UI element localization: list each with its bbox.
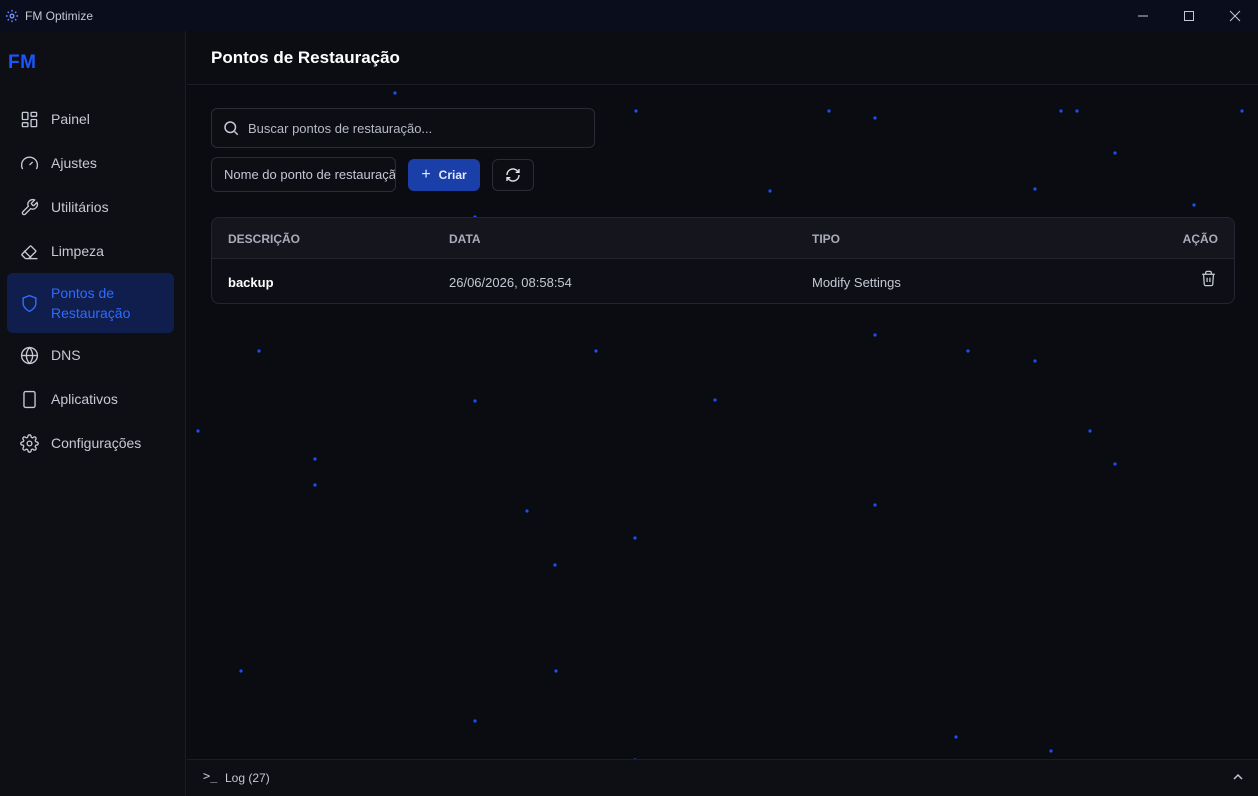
sidebar-item-painel[interactable]: Painel	[7, 97, 174, 141]
close-icon	[1229, 10, 1241, 21]
chevron-up-icon[interactable]	[1232, 771, 1244, 783]
refresh-icon	[506, 168, 520, 182]
shield-icon	[19, 293, 39, 313]
column-header-date: DATA	[449, 232, 481, 246]
gauge-icon	[19, 153, 39, 173]
sidebar-item-label: DNS	[51, 347, 81, 363]
close-button[interactable]	[1212, 0, 1258, 31]
restore-points-table: DESCRIÇÃO DATA TIPO AÇÃO backup 26/06/20…	[211, 217, 1235, 304]
page-header: Pontos de Restauração	[187, 31, 1258, 85]
sidebar-item-label: Aplicativos	[51, 391, 118, 407]
sidebar-item-configuracoes[interactable]: Configurações	[7, 421, 174, 465]
sidebar: FM Painel Ajustes Utilitários Limpeza Po…	[0, 31, 186, 796]
main-content: Pontos de Restauração + Criar DESCRIÇÃO …	[187, 31, 1258, 759]
column-header-type: TIPO	[812, 232, 841, 246]
minimize-button[interactable]	[1120, 0, 1166, 31]
gear-icon	[19, 433, 39, 453]
sidebar-item-label: Painel	[51, 111, 90, 127]
log-bar[interactable]: >_ Log (27)	[187, 759, 1258, 796]
dashboard-icon	[19, 109, 39, 129]
eraser-icon	[19, 241, 39, 261]
terminal-icon: >_	[203, 769, 218, 783]
globe-icon	[19, 345, 39, 365]
app-logo: FM	[8, 52, 37, 73]
restore-point-name-input[interactable]	[211, 157, 396, 192]
create-button[interactable]: + Criar	[408, 159, 480, 191]
create-button-label: Criar	[438, 168, 467, 182]
sidebar-item-label: Pontos de Restauração	[51, 285, 131, 321]
sidebar-item-ajustes[interactable]: Ajustes	[7, 141, 174, 185]
trash-icon[interactable]	[1200, 270, 1218, 288]
window-title: FM Optimize	[25, 8, 94, 23]
column-header-action: AÇÃO	[1182, 232, 1218, 246]
row-date: 26/06/2026, 08:58:54	[449, 275, 572, 290]
maximize-button[interactable]	[1166, 0, 1212, 31]
window-controls	[1120, 0, 1258, 31]
sidebar-item-dns[interactable]: DNS	[7, 333, 174, 377]
sidebar-item-pontos-de-restauracao[interactable]: Pontos de Restauração	[7, 273, 174, 333]
gear-icon	[5, 9, 19, 23]
column-header-description: DESCRIÇÃO	[228, 232, 301, 246]
smartphone-icon	[19, 389, 39, 409]
sidebar-item-label: Utilitários	[51, 199, 109, 215]
table-row: backup 26/06/2026, 08:58:54 Modify Setti…	[212, 259, 1234, 303]
search-icon	[222, 119, 240, 137]
search-input[interactable]	[248, 120, 568, 136]
search-box	[211, 108, 595, 148]
refresh-button[interactable]	[492, 159, 534, 191]
plus-icon: +	[421, 166, 431, 183]
page-title: Pontos de Restauração	[211, 48, 400, 67]
title-bar: FM Optimize	[0, 0, 1258, 31]
sidebar-item-limpeza[interactable]: Limpeza	[7, 229, 174, 273]
sidebar-item-label: Limpeza	[51, 243, 104, 259]
sidebar-item-label: Ajustes	[51, 155, 97, 171]
row-type: Modify Settings	[812, 275, 901, 290]
table-header: DESCRIÇÃO DATA TIPO AÇÃO	[212, 218, 1234, 259]
row-description: backup	[228, 275, 274, 290]
log-label: Log (27)	[225, 771, 270, 785]
sidebar-item-utilitarios[interactable]: Utilitários	[7, 185, 174, 229]
minimize-icon	[1138, 15, 1148, 16]
sidebar-item-label: Configurações	[51, 435, 142, 451]
wrench-icon	[19, 197, 39, 217]
maximize-icon	[1184, 10, 1194, 21]
sidebar-nav: Painel Ajustes Utilitários Limpeza Ponto…	[7, 97, 174, 465]
sidebar-item-aplicativos[interactable]: Aplicativos	[7, 377, 174, 421]
